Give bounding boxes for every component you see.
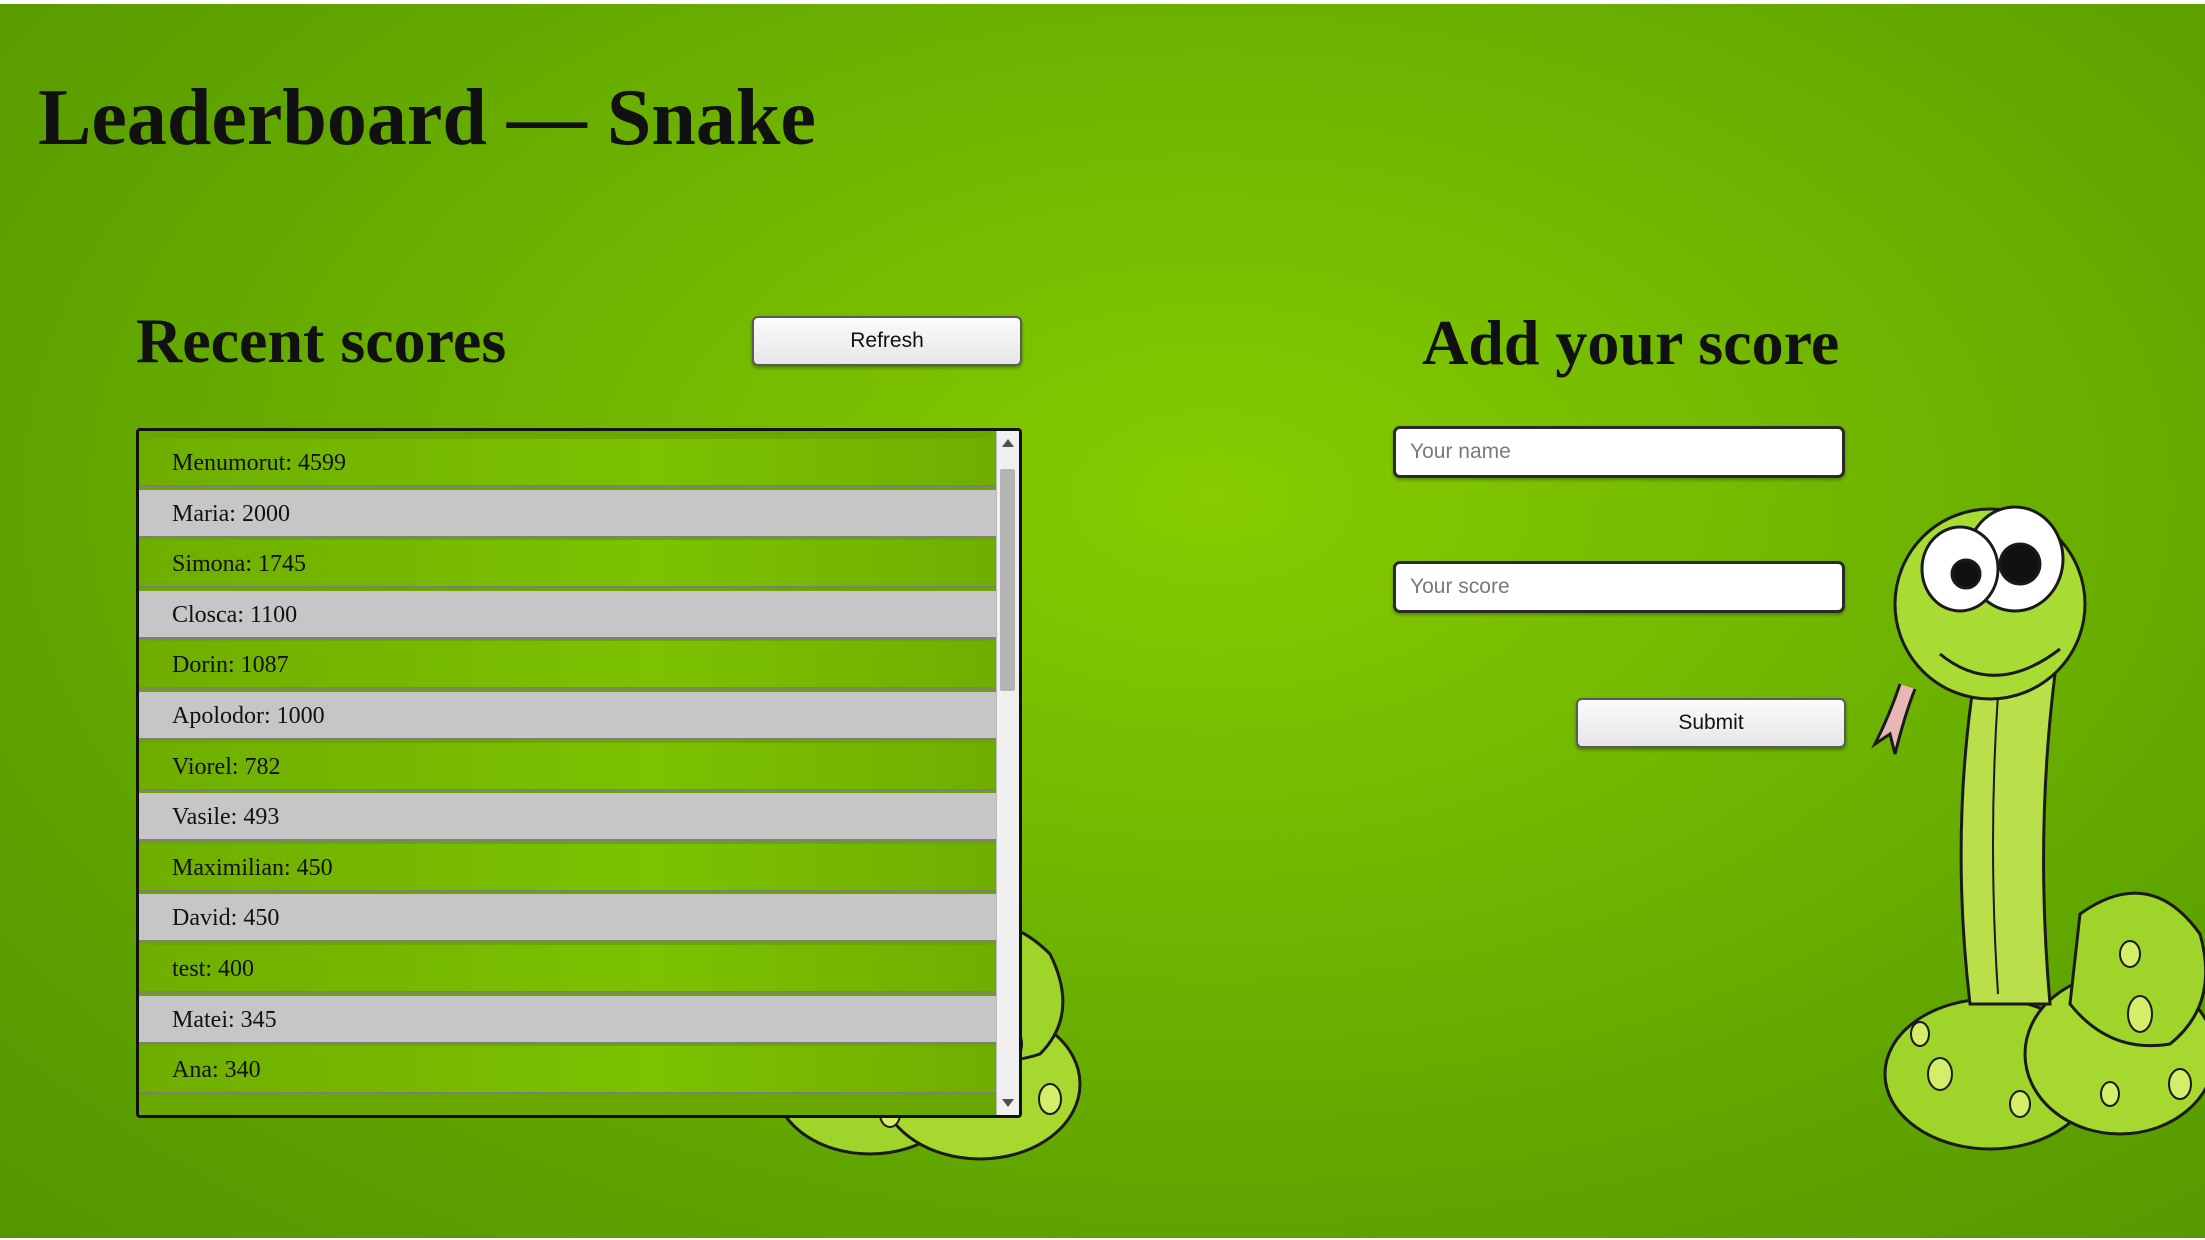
page-background: Leaderboard — Snake Recent scores Refres… — [0, 4, 2205, 1238]
score-row: Menumorut: 4599 — [139, 439, 997, 487]
add-score-heading: Add your score — [1422, 307, 1840, 378]
score-row: test: 400 — [139, 944, 997, 993]
submit-button[interactable]: Submit — [1576, 698, 1846, 748]
snake-mascot-right-image — [1871, 505, 2205, 1151]
score-row: Ana: 340 — [139, 1046, 997, 1095]
score-input[interactable] — [1393, 561, 1845, 613]
score-row: Simona: 1745 — [139, 540, 997, 589]
score-row: Maximilian: 450 — [139, 843, 997, 892]
score-row: Matei: 345 — [139, 995, 997, 1044]
score-list: Menumorut: 4599 Maria: 2000 Simona: 1745… — [139, 439, 997, 1097]
score-row: Apolodor: 1000 — [139, 691, 997, 740]
scores-list-box[interactable]: Menumorut: 4599 Maria: 2000 Simona: 1745… — [136, 428, 1022, 1118]
refresh-button[interactable]: Refresh — [752, 316, 1022, 366]
score-row: Vasile: 493 — [139, 793, 997, 842]
scroll-thumb[interactable] — [1000, 469, 1015, 691]
score-row: Closca: 1100 — [139, 590, 997, 639]
scores-scrollbar[interactable] — [996, 431, 1019, 1115]
score-row: Dorin: 1087 — [139, 641, 997, 690]
scroll-up-arrow-icon[interactable] — [1002, 439, 1014, 447]
name-input[interactable] — [1393, 426, 1845, 478]
score-row: Viorel: 782 — [139, 742, 997, 791]
recent-scores-heading: Recent scores — [136, 305, 507, 376]
page-title: Leaderboard — Snake — [38, 74, 816, 162]
score-row: David: 450 — [139, 894, 997, 943]
scroll-down-arrow-icon[interactable] — [1002, 1099, 1014, 1107]
score-row: Maria: 2000 — [139, 489, 997, 538]
